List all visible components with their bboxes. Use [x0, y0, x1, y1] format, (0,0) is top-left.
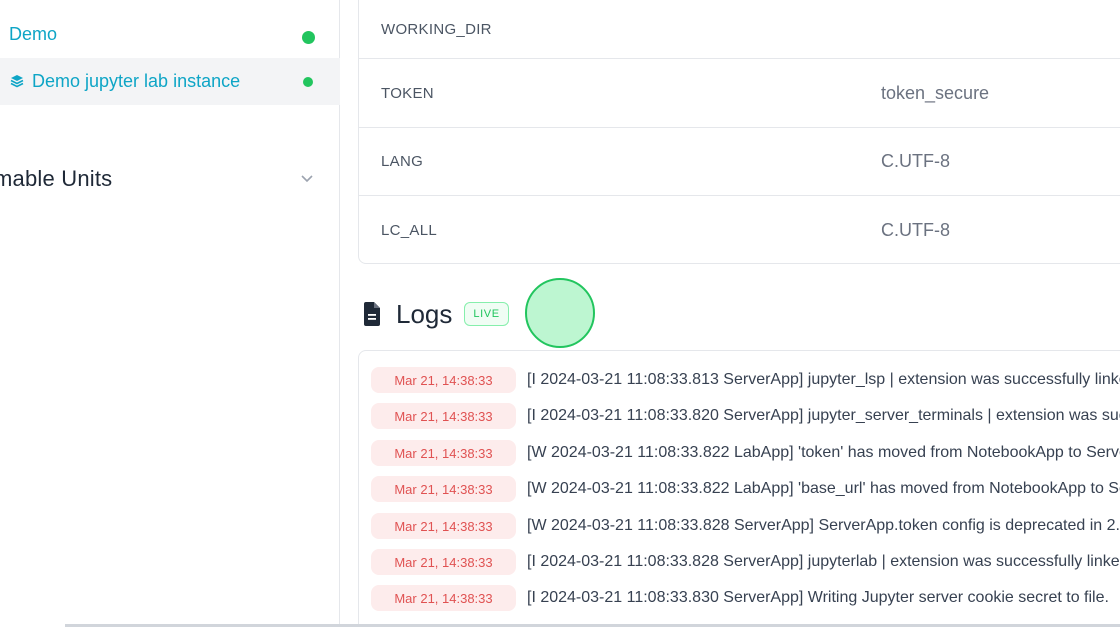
- layers-icon: [10, 75, 24, 88]
- log-message: [I 2024-03-21 11:08:33.828 ServerApp] ju…: [527, 553, 1120, 570]
- log-timestamp: Mar 21, 14:38:33: [371, 585, 516, 611]
- table-row: LANG C.UTF-8: [359, 128, 1120, 196]
- log-entry: Mar 21, 14:38:33 [W 2024-03-21 11:08:33.…: [359, 438, 1120, 468]
- sidebar-item-demo-jupyter-lab-instance[interactable]: Demo jupyter lab instance: [0, 58, 340, 105]
- status-dot: [303, 77, 313, 87]
- env-value: token_secure: [881, 82, 990, 103]
- log-timestamp: Mar 21, 14:38:33: [371, 440, 516, 466]
- env-key: LANG: [381, 153, 424, 170]
- live-badge: LIVE: [464, 302, 509, 326]
- log-entry: Mar 21, 14:38:33 [I 2024-03-21 11:08:33.…: [359, 365, 1120, 395]
- logs-panel[interactable]: Mar 21, 14:38:33 [I 2024-03-21 11:08:33.…: [358, 350, 1120, 627]
- status-dot: [302, 31, 315, 44]
- log-timestamp: Mar 21, 14:38:33: [371, 476, 516, 502]
- logs-header: Logs LIVE: [362, 294, 509, 334]
- env-key: TOKEN: [381, 84, 434, 102]
- env-variables-table: WORKING_DIR TOKEN token_secure LANG C.UT…: [358, 0, 1120, 264]
- log-message: [I 2024-03-21 11:08:33.830 ServerApp] Wr…: [527, 589, 1109, 606]
- env-value: C.UTF-8: [881, 219, 950, 240]
- click-indicator: [525, 278, 595, 348]
- sidebar-item-label: Demo: [9, 23, 58, 44]
- document-icon: [364, 302, 380, 326]
- log-timestamp: Mar 21, 14:38:33: [371, 513, 516, 539]
- log-timestamp: Mar 21, 14:38:33: [371, 549, 516, 575]
- table-row: WORKING_DIR: [359, 1, 1120, 59]
- log-entry: Mar 21, 14:38:33 [I 2024-03-21 11:08:33.…: [359, 547, 1120, 577]
- log-message: [W 2024-03-21 11:08:33.828 ServerApp] Se…: [527, 517, 1120, 534]
- env-key: LC_ALL: [381, 221, 438, 239]
- table-row: TOKEN token_secure: [359, 59, 1120, 128]
- env-key: WORKING_DIR: [381, 21, 492, 38]
- log-entry: Mar 21, 14:38:33 [W 2024-03-21 11:08:33.…: [359, 511, 1120, 541]
- sidebar-item-label: Demo jupyter lab instance: [32, 71, 241, 91]
- table-row: LC_ALL C.UTF-8: [359, 196, 1120, 264]
- log-timestamp: Mar 21, 14:38:33: [371, 403, 516, 429]
- log-entry: Mar 21, 14:38:33 [I 2024-03-21 11:08:33.…: [359, 583, 1120, 613]
- log-timestamp: Mar 21, 14:38:33: [371, 367, 516, 393]
- log-message: [W 2024-03-21 11:08:33.822 LabApp] 'base…: [527, 480, 1120, 497]
- logs-title: Logs: [396, 298, 453, 329]
- chevron-down-icon[interactable]: [300, 174, 314, 184]
- log-message: [W 2024-03-21 11:08:33.822 LabApp] 'toke…: [527, 444, 1120, 461]
- log-entry: Mar 21, 14:38:33 [W 2024-03-21 11:08:33.…: [359, 474, 1120, 504]
- log-message: [I 2024-03-21 11:08:33.813 ServerApp] ju…: [527, 371, 1120, 388]
- log-message: [I 2024-03-21 11:08:33.820 ServerApp] ju…: [527, 407, 1120, 424]
- sidebar: Demo Demo jupyter lab instance mable Uni…: [0, 0, 340, 627]
- env-value: C.UTF-8: [881, 151, 950, 171]
- section-title[interactable]: mable Units: [0, 166, 112, 192]
- sidebar-item-demo[interactable]: Demo: [0, 12, 340, 56]
- log-entry: Mar 21, 14:38:33 [I 2024-03-21 11:08:33.…: [359, 401, 1120, 431]
